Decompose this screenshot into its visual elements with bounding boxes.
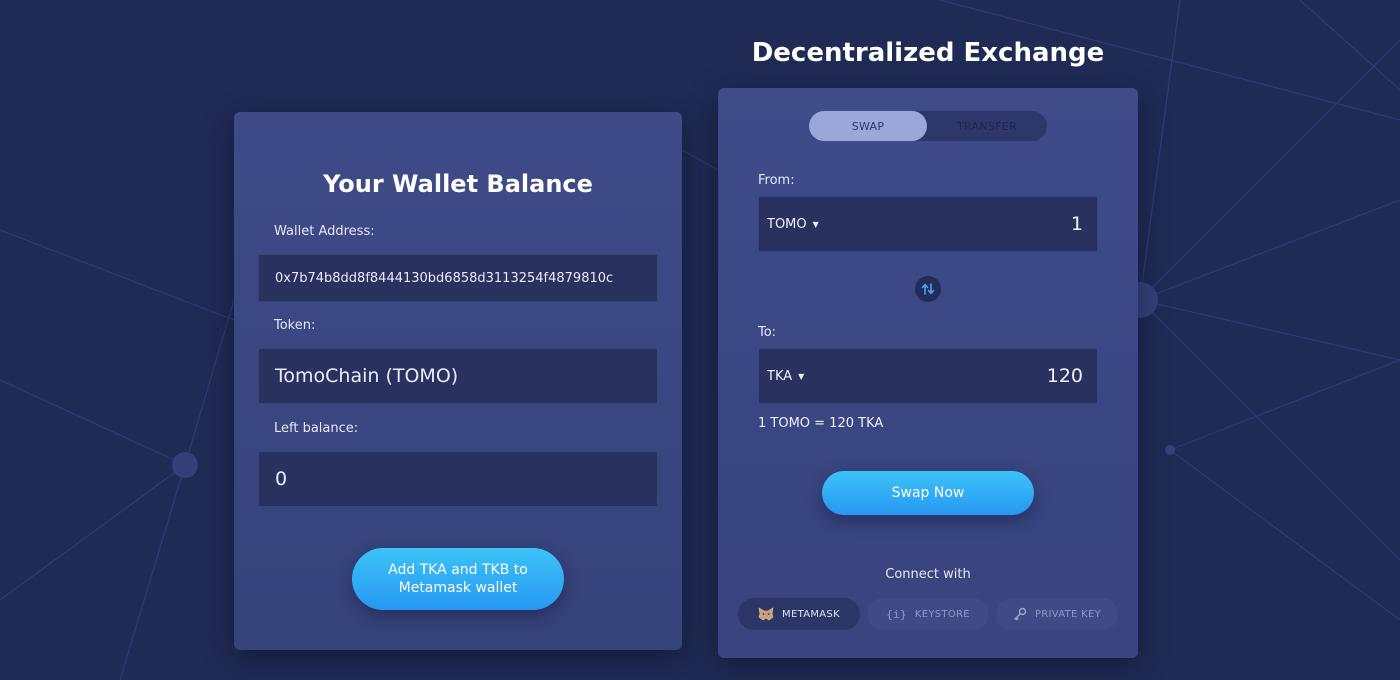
left-balance-field[interactable]: 0 bbox=[258, 451, 658, 507]
wallet-balance-card: Your Wallet Balance Wallet Address: 0x7b… bbox=[234, 112, 682, 650]
connect-with-label: Connect with bbox=[885, 567, 971, 582]
left-balance-label: Left balance: bbox=[274, 421, 359, 436]
arrows-up-down-icon bbox=[921, 283, 935, 295]
wallet-address-label: Wallet Address: bbox=[274, 224, 375, 239]
to-field: TKA ▼ bbox=[758, 348, 1098, 404]
add-button-line2: Metamask wallet bbox=[398, 580, 518, 596]
keystore-icon: {i} bbox=[886, 607, 907, 621]
from-token-select[interactable]: TOMO ▼ bbox=[767, 197, 819, 251]
caret-down-icon: ▼ bbox=[798, 371, 805, 381]
from-label: From: bbox=[758, 173, 795, 188]
tab-bar: SWAP TRANSFER bbox=[809, 111, 1047, 141]
connect-private-key-button[interactable]: PRIVATE KEY bbox=[996, 598, 1118, 630]
connect-keystore-button[interactable]: {i} KEYSTORE bbox=[867, 598, 989, 630]
from-field: TOMO ▼ bbox=[758, 196, 1098, 252]
key-icon bbox=[1013, 607, 1027, 621]
connect-metamask-button[interactable]: METAMASK bbox=[738, 598, 860, 630]
to-amount-input[interactable] bbox=[883, 349, 1083, 403]
private-key-label: PRIVATE KEY bbox=[1034, 608, 1102, 620]
metamask-label: METAMASK bbox=[782, 608, 840, 620]
connect-section: Connect with METAMASK {i} KEYSTORE PRIVA… bbox=[718, 550, 1138, 658]
swap-now-button[interactable]: Swap Now bbox=[822, 471, 1034, 515]
add-tokens-to-metamask-button[interactable]: Add TKA and TKB to Metamask wallet bbox=[352, 548, 564, 610]
wallet-title: Your Wallet Balance bbox=[323, 170, 593, 198]
from-amount-input[interactable] bbox=[883, 197, 1083, 251]
wallet-address-field[interactable]: 0x7b74b8dd8f8444130bd6858d3113254f487981… bbox=[258, 254, 658, 302]
to-token-value: TKA bbox=[767, 368, 793, 384]
token-value: TomoChain (TOMO) bbox=[275, 365, 459, 387]
wallet-address-value: 0x7b74b8dd8f8444130bd6858d3113254f487981… bbox=[275, 270, 614, 286]
keystore-label: KEYSTORE bbox=[914, 608, 970, 620]
from-token-value: TOMO bbox=[767, 216, 807, 232]
token-label: Token: bbox=[274, 318, 316, 333]
tab-swap[interactable]: SWAP bbox=[809, 111, 927, 141]
add-button-line1: Add TKA and TKB to bbox=[388, 562, 528, 578]
exchange-rate: 1 TOMO = 120 TKA bbox=[758, 416, 884, 431]
left-balance-value: 0 bbox=[275, 468, 288, 490]
to-label: To: bbox=[758, 325, 777, 340]
fox-icon bbox=[758, 607, 774, 621]
token-field[interactable]: TomoChain (TOMO) bbox=[258, 348, 658, 404]
swap-direction-icon[interactable] bbox=[915, 276, 941, 302]
exchange-title: Decentralized Exchange bbox=[751, 38, 1105, 68]
caret-down-icon: ▼ bbox=[812, 219, 819, 229]
exchange-card: SWAP TRANSFER From: TOMO ▼ To: TKA ▼ 1 T… bbox=[718, 88, 1138, 658]
network-background bbox=[0, 0, 1400, 680]
to-token-select[interactable]: TKA ▼ bbox=[767, 349, 804, 403]
tab-transfer[interactable]: TRANSFER bbox=[928, 111, 1046, 141]
